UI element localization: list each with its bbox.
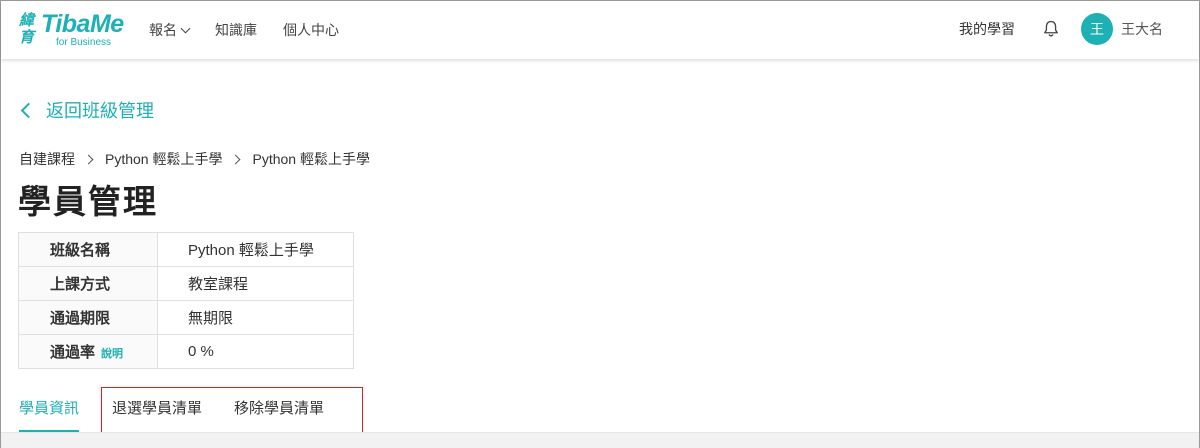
- breadcrumb-item: Python 輕鬆上手學: [252, 151, 370, 167]
- bell-icon[interactable]: [1041, 19, 1061, 39]
- pass-rate-key-cell: 通過率 說明: [18, 334, 158, 369]
- table-row: 上課方式 教室課程: [18, 266, 354, 301]
- nav-item-knowledge-base[interactable]: 知識庫: [215, 20, 257, 40]
- table-row: 班級名稱 Python 輕鬆上手學: [18, 232, 354, 267]
- tab-withdrawn-students[interactable]: 退選學員清單: [112, 397, 202, 433]
- tab-student-info[interactable]: 學員資訊: [19, 397, 80, 433]
- logo-cn-text: 緯育: [19, 12, 35, 46]
- my-learning-link[interactable]: 我的學習: [959, 19, 1015, 39]
- back-link-label: 返回班級管理: [46, 101, 154, 121]
- class-info-table: 班級名稱 Python 輕鬆上手學 上課方式 教室課程 通過期限 無期限 通過率…: [18, 232, 354, 369]
- class-name-key: 班級名稱: [18, 232, 158, 267]
- tab-removed-students[interactable]: 移除學員清單: [234, 397, 324, 433]
- content-area-edge: [1, 432, 1199, 448]
- nav-item-register[interactable]: 報名: [149, 20, 191, 40]
- back-to-class-management-link[interactable]: 返回班級管理: [19, 97, 154, 123]
- table-row: 通過率 說明 0 %: [18, 334, 354, 369]
- pass-rate-value: 0 %: [157, 334, 354, 369]
- logo-brand: TibaMe: [41, 10, 124, 38]
- main-nav: 報名 知識庫 個人中心: [149, 20, 365, 40]
- pass-deadline-key: 通過期限: [18, 300, 158, 335]
- pass-rate-key: 通過率: [50, 344, 96, 361]
- class-mode-value: 教室課程: [157, 266, 354, 301]
- breadcrumb-item[interactable]: Python 輕鬆上手學: [105, 149, 222, 169]
- chevron-left-icon: [20, 102, 37, 118]
- user-nav: 我的學習 王 王大名: [959, 13, 1163, 45]
- table-row: 通過期限 無期限: [18, 300, 354, 335]
- chevron-right-icon: [83, 154, 94, 164]
- logo-subtitle: for Business: [56, 37, 112, 48]
- top-navbar: 緯育 TibaMe for Business 報名 知識庫 個人中心 我的學習 …: [1, 1, 1199, 59]
- tibame-logo[interactable]: 緯育 TibaMe for Business: [19, 10, 129, 50]
- pass-deadline-value: 無期限: [157, 300, 354, 335]
- class-name-value: Python 輕鬆上手學: [157, 232, 354, 267]
- username[interactable]: 王大名: [1121, 19, 1163, 39]
- student-tabs: 學員資訊 退選學員清單 移除學員清單: [19, 397, 324, 433]
- nav-item-personal-center[interactable]: 個人中心: [283, 20, 339, 40]
- chevron-right-icon: [231, 154, 241, 164]
- chevron-down-icon: [180, 23, 191, 33]
- page-title: 學員管理: [18, 183, 158, 220]
- breadcrumb: 自建課程 Python 輕鬆上手學 Python 輕鬆上手學: [19, 149, 370, 169]
- breadcrumb-item[interactable]: 自建課程: [19, 149, 75, 169]
- explain-link[interactable]: 說明: [101, 348, 123, 360]
- class-mode-key: 上課方式: [18, 266, 158, 301]
- avatar[interactable]: 王: [1081, 13, 1113, 45]
- nav-item-register-label: 報名: [149, 22, 177, 38]
